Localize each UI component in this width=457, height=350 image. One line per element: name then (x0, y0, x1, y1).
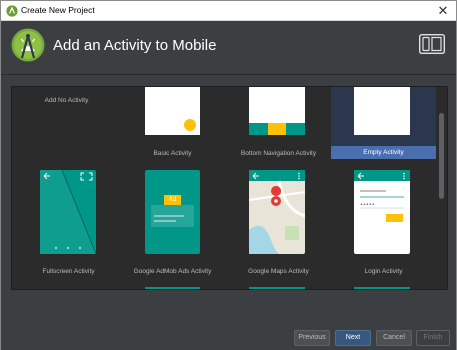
admob-thumbnail (145, 170, 200, 254)
activity-label: Google Maps Activity (248, 268, 309, 275)
svg-text:•••••: ••••• (360, 202, 375, 208)
activity-label: Google AdMob Ads Activity (133, 268, 212, 275)
activity-label: Add No Activity (44, 97, 89, 104)
tablet-phone-icon (419, 34, 445, 54)
wizard-header: Add an Activity to Mobile (1, 21, 456, 75)
android-studio-small-icon (6, 5, 18, 17)
window-title: Create New Project (21, 5, 95, 15)
login-thumbnail: ••••• (354, 170, 410, 254)
ad-badge: Ad (168, 197, 177, 203)
finish-button[interactable]: Finish (416, 330, 450, 346)
previous-button[interactable]: Previous (294, 330, 330, 346)
wizard-button-bar: Previous Next Cancel Finish (1, 290, 456, 350)
activity-label: Fullscreen Activity (42, 268, 95, 275)
close-icon[interactable]: ✕ (430, 1, 456, 20)
cancel-button[interactable]: Cancel (376, 330, 412, 346)
scrollbar-thumb[interactable] (439, 113, 444, 199)
empty-activity-thumbnail (354, 87, 410, 135)
activity-label: Login Activity (364, 268, 403, 275)
next-button[interactable]: Next (335, 330, 371, 346)
activity-label: Bottom Navigation Activity (240, 150, 317, 157)
page-title: Add an Activity to Mobile (53, 37, 217, 54)
maps-thumbnail (249, 170, 305, 254)
android-studio-icon (11, 28, 45, 62)
bottom-navigation-thumbnail (249, 87, 305, 135)
fullscreen-thumbnail (40, 170, 96, 254)
activity-label: Basic Activity (153, 150, 192, 157)
gallery-scrollbar[interactable] (438, 89, 445, 286)
activity-gallery: Add No Activity Basic Activity Bottom Na… (11, 86, 448, 290)
title-bar: Create New Project ✕ (1, 1, 456, 21)
create-project-window: Create New Project ✕ Add an Activity to … (0, 0, 457, 350)
basic-activity-thumbnail (145, 87, 200, 135)
activity-label: Empty Activity (363, 149, 404, 156)
